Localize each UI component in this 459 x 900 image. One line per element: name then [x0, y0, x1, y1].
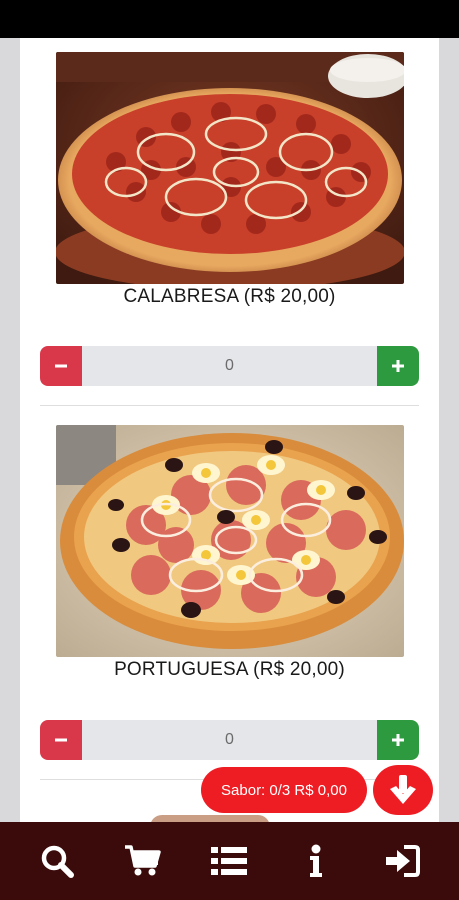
bottom-navigation: [0, 822, 459, 900]
portuguesa-pizza-image: [56, 425, 404, 657]
quantity-stepper: [40, 720, 419, 760]
minus-icon: [55, 364, 67, 368]
increase-quantity-button[interactable]: [377, 720, 419, 760]
calabresa-pizza-image: [56, 52, 404, 284]
minus-icon: [55, 738, 67, 742]
cart-summary-label: Sabor: 0/3 R$ 0,00: [221, 781, 347, 799]
sign-in-icon: [385, 845, 420, 877]
cart-icon: [125, 845, 162, 876]
search-icon: [41, 845, 75, 878]
nav-search[interactable]: [27, 831, 87, 891]
decrease-quantity-button[interactable]: [40, 346, 82, 386]
product-name: PORTUGUESA (R$ 20,00): [114, 659, 345, 680]
arrow-down-icon: [390, 775, 416, 804]
nav-sign-in[interactable]: [372, 831, 432, 891]
next-product-image-peek: [150, 815, 270, 822]
plus-icon: [392, 360, 404, 372]
info-icon: [309, 844, 322, 877]
increase-quantity-button[interactable]: [377, 346, 419, 386]
plus-icon: [392, 734, 404, 746]
nav-info[interactable]: [286, 831, 346, 891]
product-list[interactable]: CALABRESA (R$ 20,00) 0 PORTUGUESA (R$ 20…: [20, 38, 439, 822]
quantity-stepper: [40, 346, 419, 386]
list-icon: [211, 847, 248, 875]
nav-menu-list[interactable]: [199, 831, 259, 891]
decrease-quantity-button[interactable]: [40, 720, 82, 760]
quantity-input[interactable]: [82, 346, 377, 386]
nav-cart[interactable]: [113, 831, 173, 891]
divider: [40, 405, 419, 406]
cart-summary-button[interactable]: Sabor: 0/3 R$ 0,00: [201, 767, 367, 813]
quantity-input[interactable]: [82, 720, 377, 760]
status-bar: [0, 0, 459, 38]
product-name: CALABRESA (R$ 20,00): [123, 286, 336, 307]
scroll-down-button[interactable]: [373, 765, 433, 815]
